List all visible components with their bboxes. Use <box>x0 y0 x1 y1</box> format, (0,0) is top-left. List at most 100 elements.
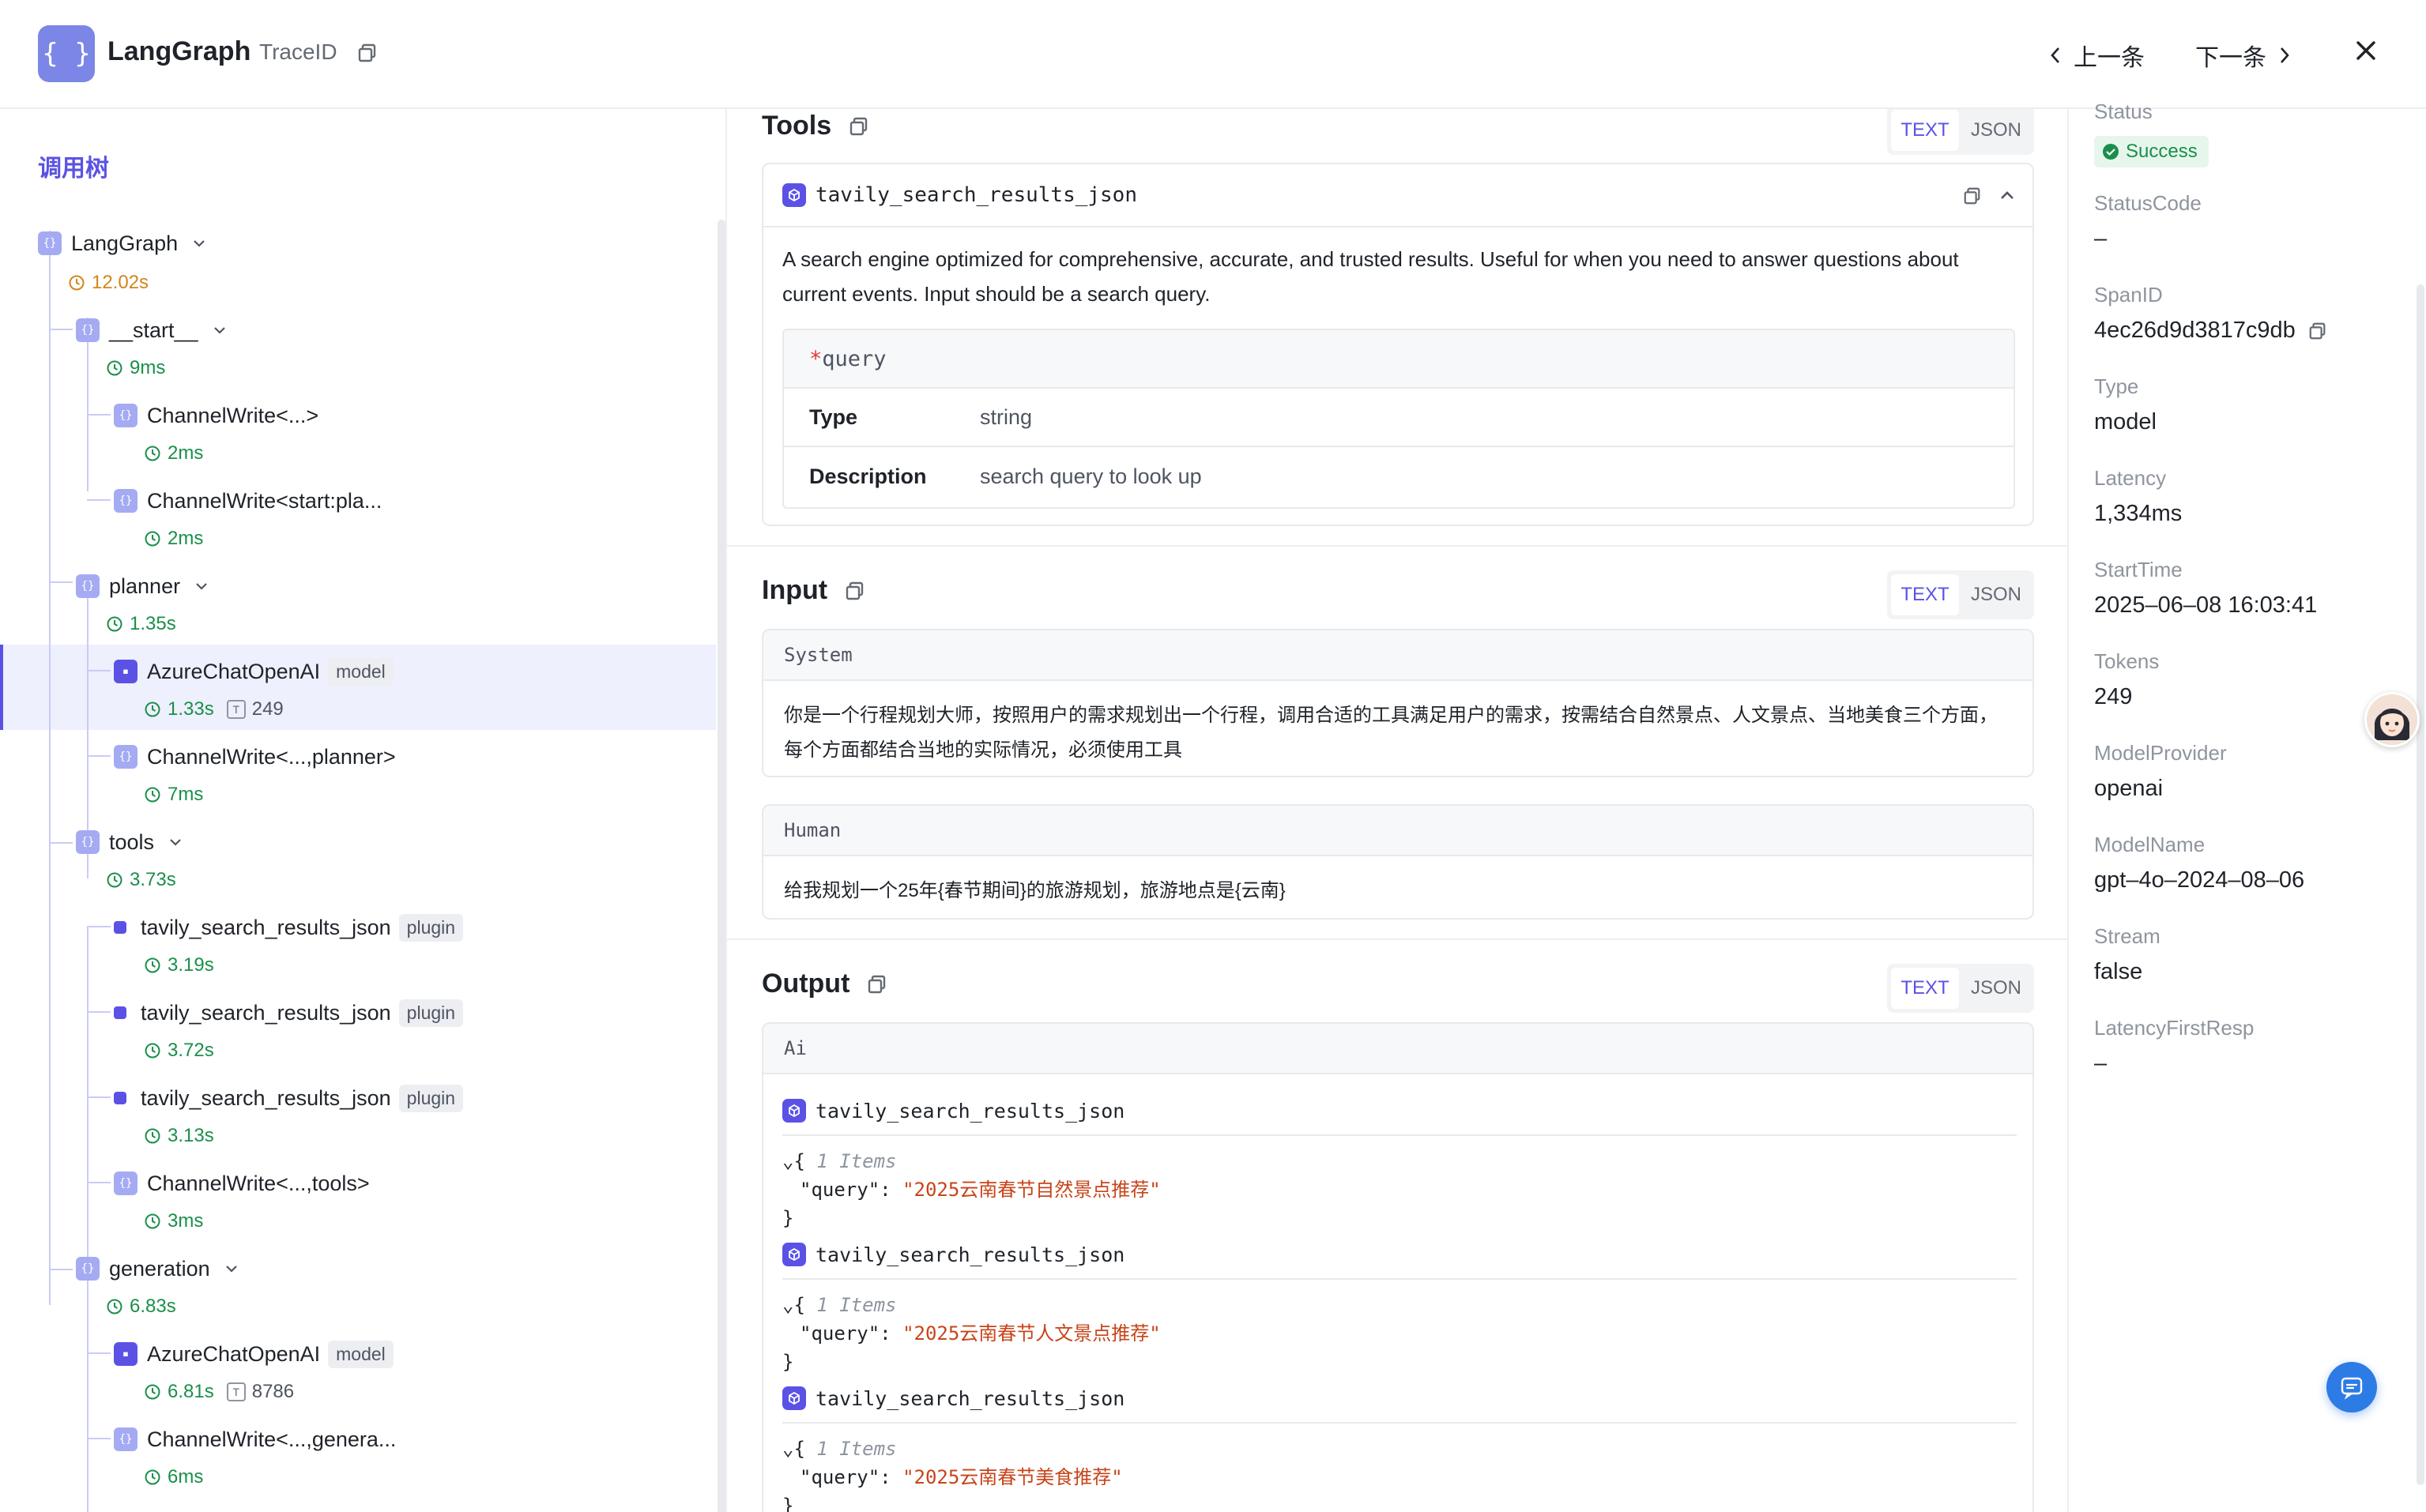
token-icon: T <box>226 1382 246 1401</box>
plugin-icon <box>114 1006 126 1019</box>
chevron-down-icon[interactable] <box>211 322 228 339</box>
assistant-avatar[interactable] <box>2364 692 2420 747</box>
input-text-tab[interactable]: TEXT <box>1891 574 1959 615</box>
json-value: "2025云南春节美食推荐" <box>902 1466 1123 1488</box>
param-type-row: Type string <box>784 389 2014 447</box>
node-type-tag: model <box>328 657 394 686</box>
tool-definition-header[interactable]: tavily_search_results_json <box>763 164 2032 228</box>
status-value: Success <box>2094 136 2209 167</box>
tree-node-channelwrite-start[interactable]: {} ChannelWrite<start:pla... <box>114 480 382 521</box>
tools-text-tab[interactable]: TEXT <box>1891 110 1959 151</box>
clock-icon <box>145 957 160 973</box>
param-header: * query <box>784 330 2014 389</box>
node-duration: 6.81s T 8786 <box>144 1376 294 1408</box>
clock-icon <box>107 872 122 888</box>
close-icon[interactable] <box>2352 36 2380 65</box>
output-section-title: Output <box>762 969 887 999</box>
tree-node-channelwrite-tools[interactable]: {} ChannelWrite<...,tools> <box>114 1163 370 1204</box>
copy-trace-id-icon[interactable] <box>357 43 378 63</box>
duration-value: 6.81s <box>168 1381 214 1402</box>
plugin-icon <box>114 921 126 934</box>
tree-node-azurechatopenai-selected[interactable]: ▪ AzureChatOpenAI model <box>114 651 394 692</box>
duration-value: 1.33s <box>168 698 214 720</box>
node-duration: 3.73s <box>106 864 176 896</box>
tree-node-channelwrite-planner[interactable]: {} ChannelWrite<...,planner> <box>114 736 396 777</box>
json-colon: : <box>880 1466 891 1488</box>
tree-connector <box>49 581 73 583</box>
tree-node-tools[interactable]: {} tools <box>76 822 184 863</box>
brace-open: { <box>793 1150 805 1172</box>
collapse-toggle[interactable]: ⌄ <box>782 1438 793 1460</box>
next-button[interactable]: 下一条 <box>2195 38 2292 73</box>
tool-call-args: ⌄{ 1 Items "query": "2025云南春节人文景点推荐" } <box>782 1291 1161 1376</box>
chevron-up-icon[interactable] <box>1998 186 2017 205</box>
clock-icon <box>107 360 122 376</box>
section-divider <box>727 938 2067 940</box>
token-count: T 249 <box>226 698 284 720</box>
human-message-card: Human 给我规划一个25年{春节期间}的旅游规划，旅游地点是{云南} <box>762 804 2034 920</box>
node-duration: 7ms <box>144 779 203 811</box>
tree-node-generation[interactable]: {} generation <box>76 1248 240 1289</box>
app-logo-braces-icon: { } <box>38 25 95 82</box>
tools-json-tab[interactable]: JSON <box>1962 110 2030 151</box>
braces-icon: {} <box>114 745 137 769</box>
tree-connector <box>87 414 111 416</box>
chevron-down-icon[interactable] <box>223 1260 240 1277</box>
tree-node-tavily-search-2[interactable]: tavily_search_results_json plugin <box>109 992 464 1033</box>
tree-node-azurechatopenai[interactable]: ▪ AzureChatOpenAI model <box>114 1333 394 1375</box>
tree-connector <box>87 755 111 757</box>
tree-node-langgraph[interactable]: {} LangGraph <box>38 223 208 264</box>
copy-icon[interactable] <box>845 581 865 601</box>
node-duration: 2ms <box>144 523 203 555</box>
tree-node-channelwrite-generation[interactable]: {} ChannelWrite<...,genera... <box>114 1419 396 1460</box>
tree-node-tavily-search-3[interactable]: tavily_search_results_json plugin <box>109 1078 464 1119</box>
stream-label: Stream <box>2094 924 2160 948</box>
human-message-text: 给我规划一个25年{春节期间}的旅游规划，旅游地点是{云南} <box>784 880 1286 901</box>
output-text-tab[interactable]: TEXT <box>1891 968 1959 1009</box>
node-duration: 6ms <box>144 1461 203 1493</box>
node-name: tavily_search_results_json <box>141 1000 391 1025</box>
braces-icon: {} <box>114 404 137 427</box>
braces-icon: {} <box>114 1172 137 1195</box>
json-colon: : <box>880 1179 891 1201</box>
copy-icon[interactable] <box>2308 322 2327 340</box>
tree-connector <box>49 842 73 844</box>
node-duration: 2ms <box>144 438 203 469</box>
copy-icon[interactable] <box>1963 186 1982 205</box>
duration-value: 9ms <box>130 357 166 378</box>
duration-value: 2ms <box>168 528 204 549</box>
input-json-tab[interactable]: JSON <box>1962 574 2030 615</box>
tree-node-channelwrite[interactable]: {} ChannelWrite<...> <box>114 395 318 436</box>
tree-scrollbar[interactable] <box>718 220 725 1512</box>
previous-button[interactable]: 上一条 <box>2048 38 2145 73</box>
chevron-down-icon[interactable] <box>167 833 184 851</box>
chat-icon <box>2341 1377 2363 1400</box>
copy-icon[interactable] <box>867 974 887 995</box>
chevron-down-icon[interactable] <box>190 235 208 252</box>
cube-icon <box>782 1386 806 1410</box>
tree-node-start[interactable]: {} __start__ <box>76 310 228 351</box>
system-message-text: 你是一个行程规划大师，按照用户的需求规划出一个行程，调用合适的工具满足用户的需求… <box>784 705 1998 761</box>
braces-icon: {} <box>114 489 137 513</box>
node-type-tag: plugin <box>398 999 464 1027</box>
tree-node-planner[interactable]: {} planner <box>76 566 210 607</box>
avatar-face-icon <box>2367 694 2417 745</box>
duration-value: 3.73s <box>130 869 176 890</box>
copy-icon[interactable] <box>849 116 869 137</box>
header: { } LangGraph TraceID 上一条 下一条 <box>0 0 2426 109</box>
chat-support-button[interactable] <box>2326 1362 2377 1412</box>
brace-close: } <box>782 1495 794 1512</box>
output-json-tab[interactable]: JSON <box>1962 968 2030 1009</box>
node-duration: 1.33s T 249 <box>144 694 284 725</box>
clock-icon <box>107 616 122 632</box>
properties-scrollbar[interactable] <box>2417 284 2424 1485</box>
collapse-toggle[interactable]: ⌄ <box>782 1294 793 1316</box>
modelprovider-value: openai <box>2094 776 2164 801</box>
input-format-toggle: TEXT JSON <box>1887 570 2034 619</box>
collapse-toggle[interactable]: ⌄ <box>782 1150 793 1172</box>
duration-value: 3ms <box>168 1210 204 1232</box>
tree-node-tavily-search-1[interactable]: tavily_search_results_json plugin <box>109 907 464 948</box>
chevron-down-icon[interactable] <box>193 577 210 595</box>
statuscode-label: StatusCode <box>2094 191 2202 215</box>
json-key: "query" <box>800 1466 880 1488</box>
